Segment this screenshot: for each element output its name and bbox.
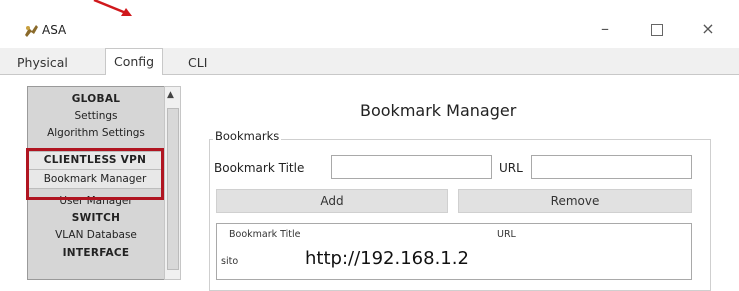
column-header-url[interactable]: URL bbox=[497, 229, 516, 240]
column-header-bookmark-title[interactable]: Bookmark Title bbox=[229, 229, 301, 240]
close-button[interactable]: × bbox=[688, 14, 728, 44]
table-row-title[interactable]: sito bbox=[221, 256, 238, 267]
maximize-icon bbox=[651, 23, 663, 36]
url-input[interactable] bbox=[531, 155, 692, 179]
tab-cli[interactable]: CLI bbox=[182, 52, 213, 73]
bookmark-title-input[interactable] bbox=[331, 155, 492, 179]
tab-physical[interactable]: Physical bbox=[11, 52, 74, 73]
scrollbar-thumb[interactable] bbox=[167, 108, 179, 270]
sidebar-item-vlan-database[interactable]: VLAN Database bbox=[29, 229, 163, 241]
scroll-up-arrow-icon[interactable]: ▲ bbox=[167, 90, 174, 100]
maximize-button[interactable] bbox=[637, 14, 677, 44]
sidebar-header-global: GLOBAL bbox=[71, 93, 121, 105]
minimize-button[interactable]: – bbox=[585, 14, 625, 44]
sidebar-item-settings[interactable]: Settings bbox=[29, 110, 163, 122]
asa-app-icon bbox=[25, 25, 38, 37]
annotation-arrow-icon bbox=[93, 0, 132, 16]
table-row-url[interactable]: http://192.168.1.2 bbox=[305, 248, 469, 269]
add-button[interactable]: Add bbox=[216, 189, 448, 213]
annotation-highlight-box bbox=[26, 148, 164, 200]
page-title: Bookmark Manager bbox=[360, 101, 517, 120]
tab-config[interactable]: Config bbox=[105, 48, 164, 76]
remove-button[interactable]: Remove bbox=[458, 189, 692, 213]
sidebar-item-algorithm-settings[interactable]: Algorithm Settings bbox=[29, 127, 163, 139]
url-label: URL bbox=[499, 161, 523, 175]
bookmarks-group-label: Bookmarks bbox=[213, 129, 282, 143]
sidebar-header-switch: SWITCH bbox=[71, 212, 121, 224]
sidebar-header-interface: INTERFACE bbox=[62, 247, 130, 259]
window-title: ASA bbox=[42, 23, 67, 37]
bookmark-title-label: Bookmark Title bbox=[214, 161, 305, 175]
